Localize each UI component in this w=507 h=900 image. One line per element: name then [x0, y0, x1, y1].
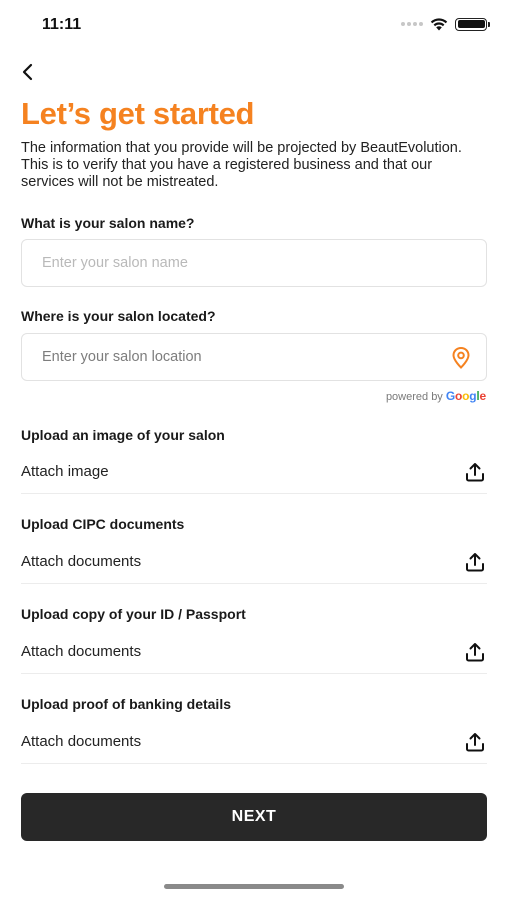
google-logo-letter: e	[479, 389, 487, 403]
attach-documents-text: Attach documents	[21, 643, 142, 660]
upload-icon[interactable]	[463, 460, 487, 484]
intro-text: The information that you provide will be…	[21, 140, 462, 190]
next-button[interactable]: NEXT	[21, 793, 487, 841]
upload-salon-image-label: Upload an image of your salon	[21, 427, 225, 443]
attach-id-row[interactable]: Attach documents	[21, 630, 487, 674]
battery-fill	[457, 20, 485, 28]
attach-banking-row[interactable]: Attach documents	[21, 720, 487, 764]
status-icons	[401, 17, 490, 31]
wifi-icon	[430, 18, 448, 31]
powered-by-google: powered by Google	[386, 389, 486, 403]
salon-name-input[interactable]	[42, 255, 422, 271]
attach-salon-image-row[interactable]: Attach image	[21, 450, 487, 494]
registration-screen: 11:11 Let’s get started The information …	[0, 0, 507, 900]
home-indicator[interactable]	[164, 884, 344, 889]
status-time: 11:11	[42, 16, 82, 33]
salon-name-label: What is your salon name?	[21, 215, 195, 231]
page-title: Let’s get started	[21, 96, 255, 131]
upload-icon[interactable]	[463, 730, 487, 754]
back-button[interactable]	[16, 60, 40, 84]
google-logo: Google	[446, 389, 486, 403]
upload-icon[interactable]	[463, 640, 487, 664]
upload-banking-label: Upload proof of banking details	[21, 696, 231, 712]
location-pin-icon[interactable]	[450, 346, 472, 370]
attach-documents-text: Attach documents	[21, 733, 142, 750]
status-bar: 11:11	[0, 0, 507, 50]
upload-cipc-label: Upload CIPC documents	[21, 516, 185, 532]
salon-location-field[interactable]	[21, 333, 487, 381]
google-logo-letter: G	[445, 389, 455, 403]
powered-by-text: powered by	[385, 391, 443, 403]
attach-documents-text: Attach documents	[21, 553, 142, 570]
attach-image-text: Attach image	[21, 463, 109, 480]
upload-id-label: Upload copy of your ID / Passport	[21, 606, 246, 622]
chevron-left-icon	[22, 63, 33, 81]
cellular-signal-icon	[401, 22, 423, 26]
salon-location-input[interactable]	[42, 349, 422, 365]
attach-cipc-row[interactable]: Attach documents	[21, 540, 487, 584]
battery-icon	[455, 17, 490, 31]
upload-icon[interactable]	[463, 550, 487, 574]
salon-name-field[interactable]	[21, 239, 487, 287]
salon-location-label: Where is your salon located?	[21, 308, 216, 324]
